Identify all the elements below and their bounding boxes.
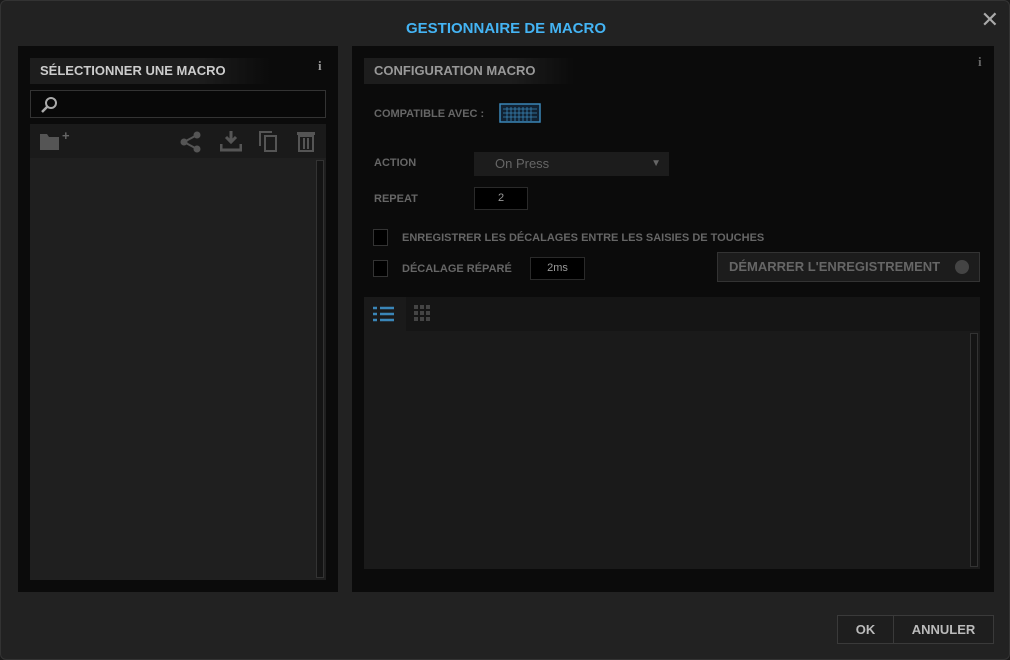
ok-button[interactable]: OK — [837, 615, 894, 644]
action-dropdown[interactable]: On Press ▼ — [474, 152, 669, 176]
fixed-delay-input[interactable]: 2ms — [530, 257, 585, 280]
panel-header: SÉLECTIONNER UNE MACRO — [30, 58, 270, 84]
grid-icon — [414, 305, 430, 321]
macro-events-area[interactable] — [364, 297, 980, 569]
macro-manager-window: GESTIONNAIRE DE MACRO ✕ SÉLECTIONNER UNE… — [0, 0, 1010, 660]
record-indicator-icon — [955, 260, 969, 274]
repeat-input[interactable]: 2 — [474, 187, 528, 210]
macro-list-panel: SÉLECTIONNER UNE MACRO i + — [18, 46, 338, 592]
cancel-button[interactable]: ANNULER — [893, 615, 994, 644]
info-icon[interactable]: i — [318, 58, 322, 74]
keyboard-icon — [499, 103, 541, 123]
fixed-delay-checkbox[interactable] — [373, 260, 388, 277]
close-icon[interactable]: ✕ — [981, 7, 999, 33]
window-title: GESTIONNAIRE DE MACRO — [405, 20, 606, 37]
record-delays-label: ENREGISTRER LES DÉCALAGES ENTRE LES SAIS… — [402, 232, 765, 244]
scrollbar[interactable] — [316, 160, 324, 578]
import-icon[interactable] — [220, 130, 242, 152]
list-icon — [373, 306, 394, 322]
new-folder-icon[interactable]: + — [40, 130, 74, 152]
macro-list[interactable] — [30, 158, 326, 580]
search-icon — [41, 97, 57, 113]
action-value: On Press — [495, 156, 550, 171]
start-recording-button[interactable]: DÉMARRER L'ENREGISTREMENT — [717, 252, 980, 282]
delete-icon[interactable] — [296, 130, 318, 152]
info-icon[interactable]: i — [978, 54, 982, 70]
scrollbar[interactable] — [970, 333, 978, 567]
start-recording-label: DÉMARRER L'ENREGISTREMENT — [729, 259, 941, 274]
duplicate-icon[interactable] — [258, 130, 280, 152]
grid-view-tab[interactable] — [406, 297, 980, 331]
macro-config-panel: CONFIGURATION MACRO i COMPATIBLE AVEC : … — [352, 46, 994, 592]
list-view-tab[interactable] — [364, 297, 406, 331]
chevron-down-icon: ▼ — [651, 158, 661, 169]
fixed-delay-label: DÉCALAGE RÉPARÉ — [402, 263, 512, 275]
svg-text:+: + — [62, 130, 70, 143]
macro-toolbar: + — [30, 124, 326, 158]
panel-header: CONFIGURATION MACRO — [364, 58, 574, 84]
action-label: ACTION — [374, 157, 417, 169]
search-input[interactable] — [30, 90, 326, 118]
record-delays-checkbox[interactable] — [373, 229, 388, 246]
compatible-label: COMPATIBLE AVEC : — [374, 108, 485, 120]
share-icon[interactable] — [180, 131, 202, 153]
repeat-label: REPEAT — [374, 193, 418, 205]
